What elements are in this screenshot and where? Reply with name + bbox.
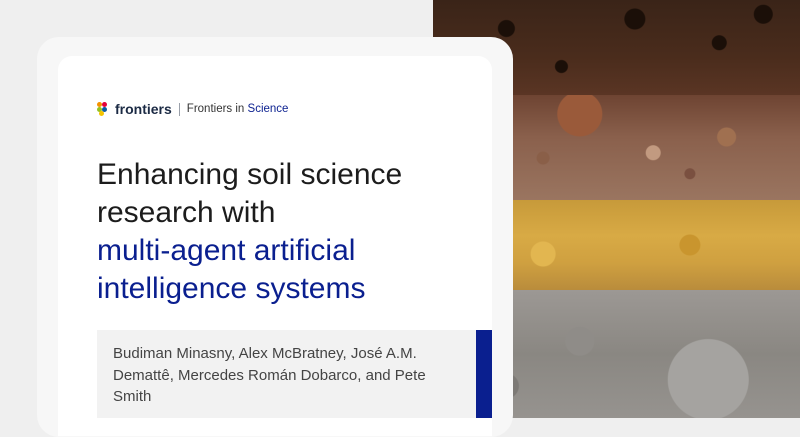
publisher-header: frontiers Frontiers in Science [97,100,288,118]
journal-prefix: Frontiers in [186,103,245,115]
authors-panel: Budiman Minasny, Alex McBratney, José A.… [97,330,492,418]
frontiers-logo-icon [97,102,111,116]
title-line-accent: multi-agent artificial [97,234,356,267]
title-line: Enhancing soil science [97,158,403,191]
header-divider [178,102,180,116]
article-title: Enhancing soil science research with mul… [97,156,487,308]
title-line: research with [97,196,276,229]
authors-list: Budiman Minasny, Alex McBratney, José A.… [113,345,426,405]
journal-name: Frontiers in Science [187,103,289,115]
journal-title: Science [247,103,289,115]
title-line-accent: intelligence systems [97,272,366,305]
frontiers-logo-text: frontiers [115,101,172,117]
